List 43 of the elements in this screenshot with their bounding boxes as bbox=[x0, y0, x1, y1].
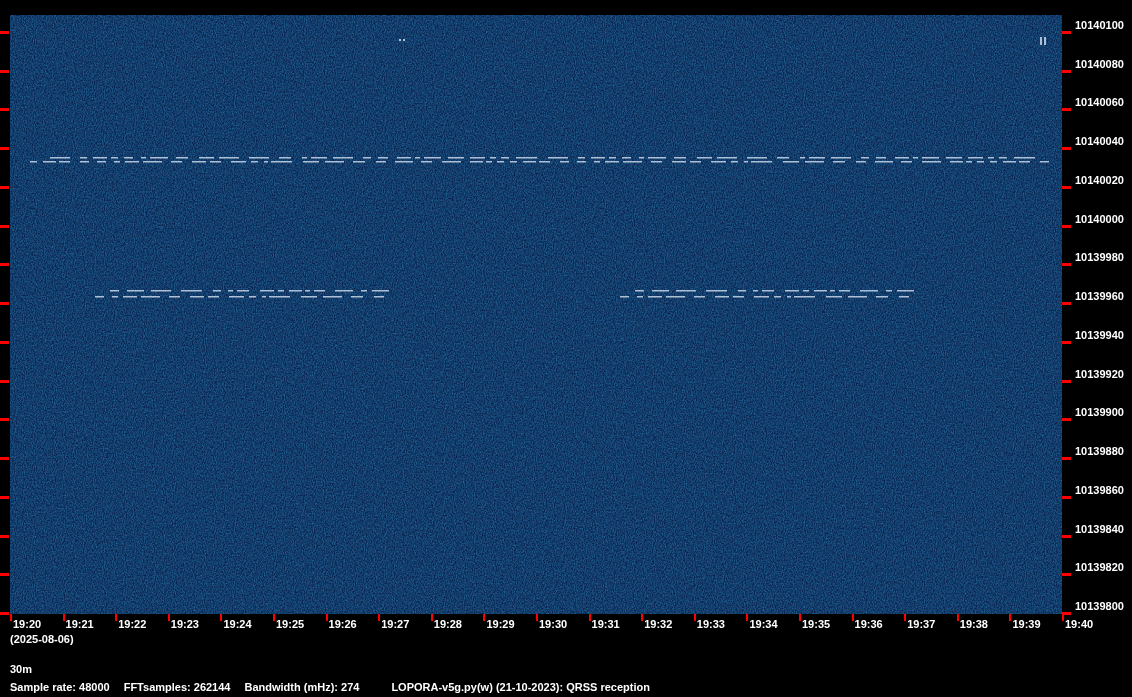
time-label: 19:24 bbox=[223, 618, 252, 631]
frequency-label: 10139900 bbox=[1075, 406, 1124, 420]
time-label: 19:28 bbox=[433, 618, 462, 631]
time-label: 19:30 bbox=[539, 618, 568, 631]
info-text: LOPORA-v5g.py(w) (21-10-2023): QRSS reception bbox=[391, 681, 650, 694]
time-label: 19:32 bbox=[644, 618, 673, 631]
time-label: 19:35 bbox=[802, 618, 831, 631]
time-label: 19:25 bbox=[276, 618, 305, 631]
time-label: 19:39 bbox=[1012, 618, 1041, 631]
time-label: 19:27 bbox=[381, 618, 410, 631]
frequency-label: 10139920 bbox=[1075, 367, 1124, 381]
frequency-label: 10139940 bbox=[1075, 328, 1124, 342]
time-label: 19:40 bbox=[1065, 618, 1094, 631]
time-label: 19:38 bbox=[959, 618, 988, 631]
frequency-label: 10140100 bbox=[1075, 19, 1124, 32]
band-label: 30m bbox=[9, 663, 33, 676]
date-label: (2025-08-06) bbox=[9, 633, 75, 646]
info-text: Sample rate: 48000 bbox=[10, 681, 110, 694]
frequency-label: 10139860 bbox=[1075, 483, 1124, 497]
frequency-label: 10139960 bbox=[1075, 290, 1124, 304]
time-label: 19:31 bbox=[591, 618, 620, 631]
time-label: 19:26 bbox=[328, 618, 357, 631]
frequency-label: 10139980 bbox=[1075, 251, 1124, 265]
time-label: 19:33 bbox=[696, 618, 725, 631]
time-label: 19:34 bbox=[749, 618, 778, 631]
info-text: Bandwidth (mHz): 274 bbox=[244, 681, 360, 694]
frequency-label: 10139800 bbox=[1075, 600, 1124, 613]
frequency-label: 10140080 bbox=[1075, 57, 1124, 71]
info-text: FFTsamples: 262144 bbox=[123, 681, 231, 694]
time-label: 19:22 bbox=[118, 618, 147, 631]
time-label: 19:29 bbox=[486, 618, 515, 631]
time-label: 19:37 bbox=[907, 618, 936, 631]
time-label: 19:36 bbox=[854, 618, 883, 631]
time-label: 19:20 bbox=[13, 618, 42, 631]
time-label: 19:23 bbox=[170, 618, 199, 631]
frequency-label: 10140000 bbox=[1075, 212, 1124, 226]
frequency-label: 10140020 bbox=[1075, 173, 1124, 187]
time-label: 19:21 bbox=[65, 618, 94, 631]
frequency-label: 10140060 bbox=[1075, 96, 1124, 110]
frequency-label: 10139820 bbox=[1075, 561, 1124, 575]
frequency-label: 10139840 bbox=[1075, 522, 1124, 536]
frequency-label: 10140040 bbox=[1075, 135, 1124, 149]
frequency-label: 10139880 bbox=[1075, 445, 1124, 459]
